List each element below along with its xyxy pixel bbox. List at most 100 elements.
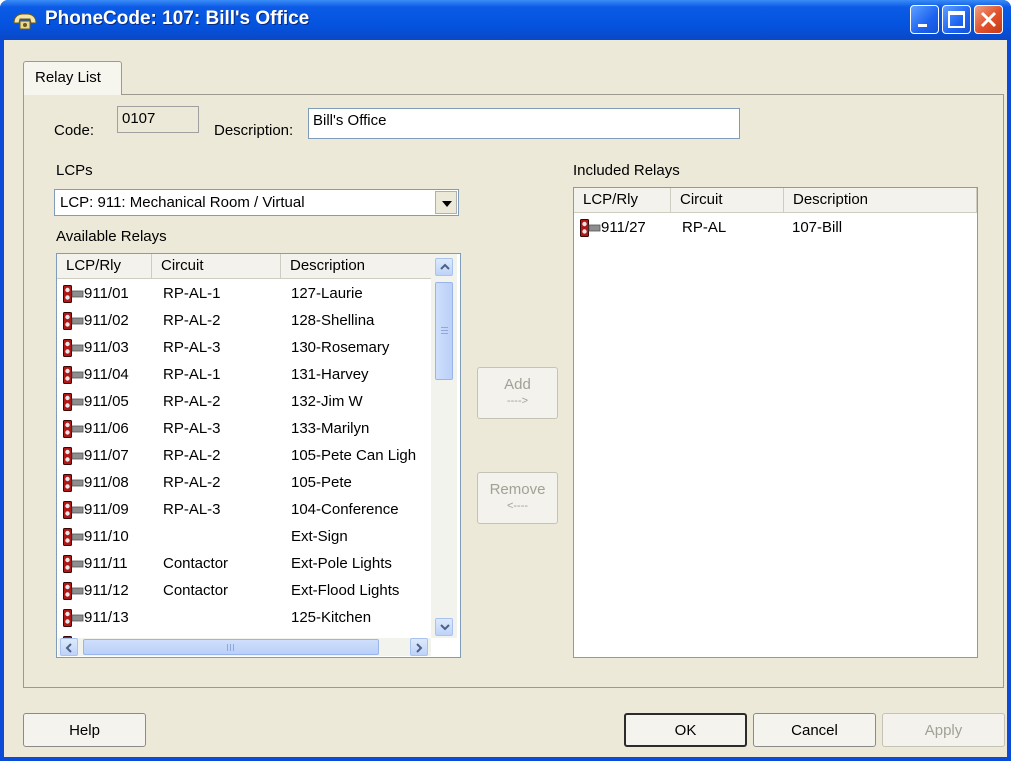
column-header-description[interactable]: Description: [784, 188, 977, 212]
relay-icon: [63, 285, 84, 303]
column-header-description[interactable]: Description: [281, 254, 435, 278]
table-row[interactable]: 911/09 RP-AL-3 104-Conference: [57, 498, 457, 525]
relay-icon: [63, 312, 84, 330]
chevron-right-icon: [416, 643, 423, 653]
cancel-button-label: Cancel: [791, 722, 838, 739]
title-bar[interactable]: PhoneCode: 107: Bill's Office: [0, 0, 1011, 40]
help-button[interactable]: Help: [23, 713, 146, 747]
description-cell: 105-Pete: [291, 474, 352, 491]
table-row[interactable]: 911/06 RP-AL-3 133-Marilyn: [57, 417, 457, 444]
included-relays-list[interactable]: LCP/Rly Circuit Description 911/27 RP-AL 1…: [573, 187, 978, 658]
chevron-down-icon[interactable]: [435, 191, 457, 214]
relay-cell: 911/03: [84, 339, 129, 356]
circuit-cell: RP-AL-3: [163, 501, 221, 518]
description-cell: 127-Laurie: [291, 285, 363, 302]
relay-icon: [580, 219, 601, 237]
remove-arrow-label: <----: [506, 500, 529, 512]
table-row[interactable]: 911/12 Contactor Ext-Flood Lights: [57, 579, 457, 606]
relay-icon: [63, 501, 84, 519]
help-button-label: Help: [69, 722, 100, 739]
relay-cell: 911/12: [84, 582, 129, 599]
code-field[interactable]: 0107: [117, 106, 199, 133]
tab-relay-list[interactable]: Relay List: [23, 61, 122, 95]
maximize-button[interactable]: [942, 5, 971, 34]
chevron-up-icon: [440, 263, 450, 270]
available-list-header: LCP/Rly Circuit Description: [57, 254, 435, 279]
tab-label: Relay List: [35, 69, 101, 86]
description-cell: 131-Harvey: [291, 366, 369, 383]
scroll-left-button[interactable]: [60, 638, 78, 656]
add-button[interactable]: Add ---->: [477, 367, 558, 419]
description-label: Description:: [214, 122, 294, 139]
relay-icon: [63, 474, 84, 492]
relay-cell: 911/08: [84, 474, 129, 491]
close-button[interactable]: [974, 5, 1003, 34]
relay-cell: 911/13: [84, 609, 129, 626]
code-label: Code:: [54, 122, 95, 139]
ok-button-label: OK: [674, 722, 697, 739]
column-header-lcp-rly[interactable]: LCP/Rly: [57, 254, 152, 278]
circuit-cell: RP-AL-3: [163, 420, 221, 437]
relay-icon: [63, 609, 84, 627]
chevron-down-icon: [440, 624, 450, 631]
horizontal-scroll-thumb[interactable]: [83, 639, 379, 655]
included-list-header: LCP/Rly Circuit Description: [574, 188, 977, 213]
scroll-right-button[interactable]: [410, 638, 428, 656]
description-cell: Ext-Pole Lights: [291, 555, 392, 572]
apply-button[interactable]: Apply: [882, 713, 1005, 747]
circuit-cell: RP-AL-1: [163, 366, 221, 383]
table-row[interactable]: 911/03 RP-AL-3 130-Rosemary: [57, 336, 457, 363]
apply-button-label: Apply: [924, 722, 963, 739]
cancel-button[interactable]: Cancel: [753, 713, 876, 747]
chevron-left-icon: [65, 643, 72, 653]
relay-icon: [63, 366, 84, 384]
column-header-circuit[interactable]: Circuit: [671, 188, 784, 212]
relay-icon: [63, 582, 84, 600]
table-row[interactable]: 911/10 Ext-Sign: [57, 525, 457, 552]
description-field[interactable]: Bill's Office: [308, 108, 740, 139]
table-row[interactable]: 911/01 RP-AL-1 127-Laurie: [57, 282, 457, 309]
table-row[interactable]: 911/13 125-Kitchen: [57, 606, 457, 633]
column-header-circuit[interactable]: Circuit: [152, 254, 281, 278]
table-row[interactable]: 911/11 Contactor Ext-Pole Lights: [57, 552, 457, 579]
relay-cell: 911/27: [601, 219, 646, 236]
add-arrow-label: ---->: [506, 395, 529, 407]
circuit-cell: RP-AL-2: [163, 393, 221, 410]
relay-icon: [63, 528, 84, 546]
circuit-cell: RP-AL-1: [163, 285, 221, 302]
table-row[interactable]: 911/02 RP-AL-2 128-Shellina: [57, 309, 457, 336]
table-row[interactable]: 911/27 RP-AL 107-Bill: [574, 216, 974, 243]
scroll-up-button[interactable]: [435, 258, 453, 276]
vertical-scroll-thumb[interactable]: [435, 282, 453, 380]
available-relays-list[interactable]: LCP/Rly Circuit Description 911/01 RP-AL-…: [56, 253, 461, 658]
table-row[interactable]: 911/08 RP-AL-2 105-Pete: [57, 471, 457, 498]
phone-icon: [13, 13, 37, 30]
available-vertical-scrollbar[interactable]: [431, 254, 457, 638]
relay-cell: 911/05: [84, 393, 129, 410]
lcp-selected-value: LCP: 911: Mechanical Room / Virtual: [60, 194, 305, 211]
remove-button-label: Remove: [489, 481, 546, 498]
description-cell: Ext-Flood Lights: [291, 582, 400, 599]
relay-cell: 911/04: [84, 366, 129, 383]
available-horizontal-scrollbar[interactable]: [58, 638, 431, 656]
relay-icon: [63, 555, 84, 573]
add-button-label: Add: [504, 376, 531, 393]
description-cell: Ext-Sign: [291, 528, 348, 545]
column-header-lcp-rly[interactable]: LCP/Rly: [574, 188, 671, 212]
minimize-icon: [918, 24, 927, 27]
circuit-cell: RP-AL-3: [163, 339, 221, 356]
remove-button[interactable]: Remove <----: [477, 472, 558, 524]
circuit-cell: RP-AL-2: [163, 447, 221, 464]
lcp-select[interactable]: LCP: 911: Mechanical Room / Virtual: [54, 189, 459, 216]
table-row[interactable]: 911/07 RP-AL-2 105-Pete Can Ligh: [57, 444, 457, 471]
table-row[interactable]: 911/04 RP-AL-1 131-Harvey: [57, 363, 457, 390]
description-cell: 107-Bill: [792, 219, 843, 236]
lcps-label: LCPs: [56, 162, 93, 179]
scroll-down-button[interactable]: [435, 618, 453, 636]
circuit-cell: RP-AL-2: [163, 474, 221, 491]
table-row[interactable]: 911/05 RP-AL-2 132-Jim W: [57, 390, 457, 417]
ok-button[interactable]: OK: [624, 713, 747, 747]
description-cell: 105-Pete Can Ligh: [291, 447, 417, 464]
minimize-button[interactable]: [910, 5, 939, 34]
relay-cell: 911/11: [84, 555, 128, 572]
